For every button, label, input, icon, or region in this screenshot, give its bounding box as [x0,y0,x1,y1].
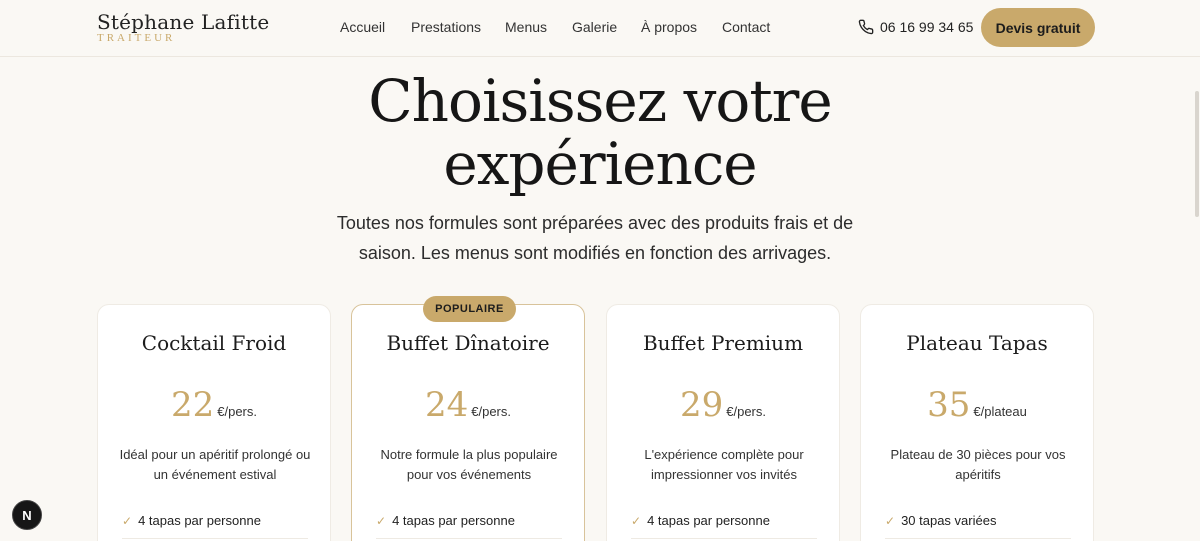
check-icon: ✓ [376,514,387,528]
card-description: Plateau de 30 pièces pour vos apéritifs [890,447,1066,482]
phone-link[interactable]: 06 16 99 34 65 [858,19,973,35]
dev-tools-button[interactable]: N [12,500,42,530]
divider [631,538,817,539]
pricing-card-cocktail-froid[interactable]: Cocktail Froid 22 €/pers. Idéal pour un a… [97,304,331,541]
page-title-line2: expérience [443,130,757,198]
free-quote-button[interactable]: Devis gratuit [981,8,1095,47]
page-subtitle-line2: saison. Les menus sont modifiés en fonct… [358,243,832,263]
nav-galerie[interactable]: Galerie [572,19,617,35]
popular-badge: POPULAIRE [423,296,516,322]
pricing-card-buffet-premium[interactable]: Buffet Premium 29 €/pers. L'expérience co… [606,304,840,541]
check-icon: ✓ [122,514,133,528]
page-title-line1: Choisissez votre [368,67,832,135]
card-title: Buffet Premium [642,331,804,355]
nav-menus[interactable]: Menus [505,19,547,35]
feature-item: ✓ 4 tapas par personne [122,513,261,528]
divider [885,538,1071,539]
phone-number: 06 16 99 34 65 [880,19,974,35]
nav-prestations[interactable]: Prestations [411,19,481,35]
card-description: Notre formule la plus populaire pour vos… [380,447,558,482]
divider [376,538,562,539]
check-icon: ✓ [631,514,642,528]
price-value: 35 [927,385,971,425]
divider [122,538,308,539]
feature-label: 4 tapas par personne [647,513,770,528]
card-title: Buffet Dînatoire [386,331,550,355]
site-header: Stéphane Lafitte TRAITEUR Accueil Presta… [0,0,1200,57]
pricing-card-buffet-dinatoire[interactable]: POPULAIRE Buffet Dînatoire 24 €/pers. Not… [351,296,585,541]
feature-item: ✓ 4 tapas par personne [376,513,515,528]
nav-accueil[interactable]: Accueil [340,19,385,35]
card-description: L'expérience complète pour impressionner… [644,447,804,482]
card-title: Plateau Tapas [906,331,1048,355]
feature-label: 4 tapas par personne [392,513,515,528]
phone-icon [858,19,874,35]
price-unit: €/pers. [471,404,511,419]
page-subtitle-line1: Toutes nos formules sont préparées avec … [336,213,854,233]
nav-contact[interactable]: Contact [722,19,770,35]
card-price: 22 €/pers. [98,385,330,425]
card-price: 24 €/pers. [352,385,584,425]
page-subtitle: Toutes nos formules sont préparées avec … [300,208,890,268]
price-value: 29 [679,385,724,425]
logo-name: Stéphane Lafitte [97,10,270,34]
page-title: Choisissez votre expérience [0,70,1200,196]
card-price: 35 €/plateau [861,385,1093,425]
price-unit: €/pers. [726,404,766,419]
card-price: 29 €/pers. [607,385,839,425]
feature-item: ✓ 4 tapas par personne [631,513,770,528]
check-icon: ✓ [885,514,896,528]
feature-label: 30 tapas variées [901,513,997,528]
price-value: 22 [170,385,215,425]
card-description: Idéal pour un apéritif prolongé ou un év… [119,447,311,482]
card-title: Cocktail Froid [141,331,287,355]
feature-item: ✓ 30 tapas variées [885,513,996,528]
price-unit: €/pers. [217,404,257,419]
price-value: 24 [424,385,469,425]
pricing-card-plateau-tapas[interactable]: Plateau Tapas 35 €/plateau Plateau de 30 … [860,304,1094,541]
feature-label: 4 tapas par personne [138,513,261,528]
nav-a-propos[interactable]: À propos [641,19,697,35]
logo[interactable]: Stéphane Lafitte TRAITEUR [97,10,269,44]
price-unit: €/plateau [973,404,1027,419]
